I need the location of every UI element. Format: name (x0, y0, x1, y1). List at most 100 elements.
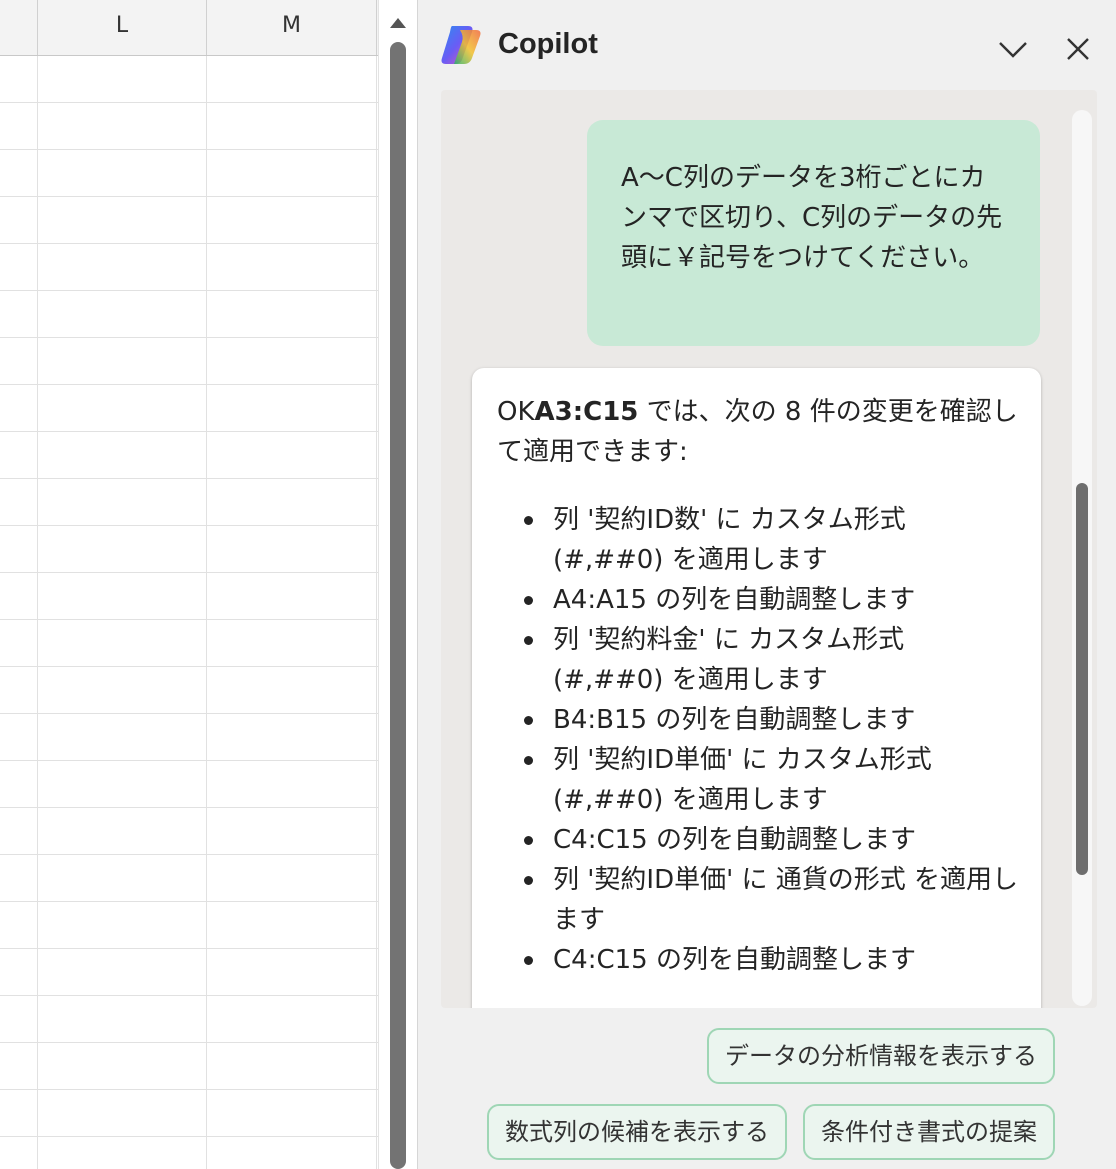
sheet-cell[interactable] (0, 103, 38, 150)
sheet-cell[interactable] (207, 56, 377, 103)
sheet-cell[interactable] (207, 902, 377, 949)
sheet-cell[interactable] (38, 479, 207, 526)
sheet-cell[interactable] (38, 103, 207, 150)
sheet-row[interactable] (0, 56, 378, 103)
column-header-partial[interactable] (0, 0, 38, 55)
sheet-cell[interactable] (0, 338, 38, 385)
sheet-row[interactable] (0, 244, 378, 291)
sheet-cell[interactable] (207, 1090, 377, 1137)
sheet-cell[interactable] (38, 1137, 207, 1169)
sheet-cell[interactable] (38, 432, 207, 479)
sheet-row[interactable] (0, 1137, 378, 1169)
sheet-cell[interactable] (207, 385, 377, 432)
sheet-cell[interactable] (38, 949, 207, 996)
sheet-cell[interactable] (207, 1043, 377, 1090)
sheet-cell[interactable] (0, 620, 38, 667)
sheet-cell[interactable] (0, 714, 38, 761)
sheet-cell[interactable] (38, 620, 207, 667)
sheet-row[interactable] (0, 1043, 378, 1090)
sheet-cell[interactable] (0, 996, 38, 1043)
sheet-row[interactable] (0, 479, 378, 526)
sheet-cell[interactable] (207, 855, 377, 902)
sheet-row[interactable] (0, 338, 378, 385)
sheet-cell[interactable] (0, 244, 38, 291)
sheet-cell[interactable] (207, 291, 377, 338)
sheet-cell[interactable] (0, 479, 38, 526)
sheet-cell[interactable] (0, 667, 38, 714)
sheet-cell[interactable] (38, 573, 207, 620)
sheet-vertical-scrollbar[interactable] (378, 0, 417, 1169)
sheet-row[interactable] (0, 714, 378, 761)
sheet-cell[interactable] (0, 385, 38, 432)
sheet-cell[interactable] (38, 1043, 207, 1090)
sheet-cell[interactable] (207, 573, 377, 620)
chat-scrollbar[interactable] (1072, 110, 1092, 1006)
chat-scroll-thumb[interactable] (1076, 483, 1088, 875)
sheet-cell[interactable] (0, 1137, 38, 1169)
sheet-cell[interactable] (207, 949, 377, 996)
sheet-cell[interactable] (38, 1090, 207, 1137)
sheet-row[interactable] (0, 808, 378, 855)
sheet-cell[interactable] (0, 1090, 38, 1137)
sheet-row[interactable] (0, 902, 378, 949)
sheet-cell[interactable] (207, 808, 377, 855)
suggestion-formula-columns-button[interactable]: 数式列の候補を表示する (487, 1104, 787, 1160)
sheet-row[interactable] (0, 150, 378, 197)
sheet-row[interactable] (0, 996, 378, 1043)
sheet-cell[interactable] (38, 996, 207, 1043)
sheet-cell[interactable] (0, 432, 38, 479)
sheet-row[interactable] (0, 573, 378, 620)
sheet-cell[interactable] (0, 197, 38, 244)
sheet-cell[interactable] (0, 855, 38, 902)
sheet-cell[interactable] (38, 667, 207, 714)
sheet-cell[interactable] (207, 714, 377, 761)
sheet-row[interactable] (0, 667, 378, 714)
sheet-cell[interactable] (0, 573, 38, 620)
sheet-row[interactable] (0, 432, 378, 479)
chat-area[interactable]: A～C列のデータを3桁ごとにカンマで区切り、C列のデータの先頭に￥記号をつけてく… (441, 90, 1097, 1008)
column-header-m[interactable]: M (207, 0, 377, 55)
sheet-cell[interactable] (38, 150, 207, 197)
sheet-row[interactable] (0, 103, 378, 150)
sheet-cell[interactable] (207, 244, 377, 291)
sheet-row[interactable] (0, 291, 378, 338)
sheet-row[interactable] (0, 1090, 378, 1137)
sheet-row[interactable] (0, 855, 378, 902)
sheet-cell[interactable] (0, 526, 38, 573)
sheet-row[interactable] (0, 385, 378, 432)
sheet-cell[interactable] (38, 56, 207, 103)
sheet-row[interactable] (0, 197, 378, 244)
sheet-cell[interactable] (38, 197, 207, 244)
sheet-row[interactable] (0, 526, 378, 573)
sheet-cell[interactable] (0, 761, 38, 808)
sheet-cell[interactable] (38, 244, 207, 291)
sheet-row[interactable] (0, 620, 378, 667)
sheet-cell[interactable] (207, 479, 377, 526)
suggestion-conditional-formatting-button[interactable]: 条件付き書式の提案 (803, 1104, 1055, 1160)
sheet-cell[interactable] (0, 1043, 38, 1090)
cell-grid[interactable] (0, 56, 378, 1169)
sheet-cell[interactable] (0, 902, 38, 949)
chevron-down-icon[interactable] (996, 34, 1030, 64)
sheet-row[interactable] (0, 761, 378, 808)
spreadsheet-grid[interactable]: L M (0, 0, 378, 1169)
sheet-cell[interactable] (38, 338, 207, 385)
sheet-cell[interactable] (0, 291, 38, 338)
sheet-cell[interactable] (207, 432, 377, 479)
sheet-cell[interactable] (38, 902, 207, 949)
sheet-cell[interactable] (38, 291, 207, 338)
sheet-cell[interactable] (207, 150, 377, 197)
sheet-cell[interactable] (207, 197, 377, 244)
sheet-cell[interactable] (38, 761, 207, 808)
sheet-cell[interactable] (38, 808, 207, 855)
column-header-l[interactable]: L (38, 0, 207, 55)
sheet-cell[interactable] (38, 855, 207, 902)
scroll-up-arrow-icon[interactable] (390, 18, 406, 28)
sheet-cell[interactable] (0, 949, 38, 996)
sheet-cell[interactable] (207, 996, 377, 1043)
close-icon[interactable] (1061, 32, 1095, 66)
sheet-cell[interactable] (207, 338, 377, 385)
sheet-cell[interactable] (38, 385, 207, 432)
sheet-cell[interactable] (207, 1137, 377, 1169)
sheet-cell[interactable] (0, 808, 38, 855)
